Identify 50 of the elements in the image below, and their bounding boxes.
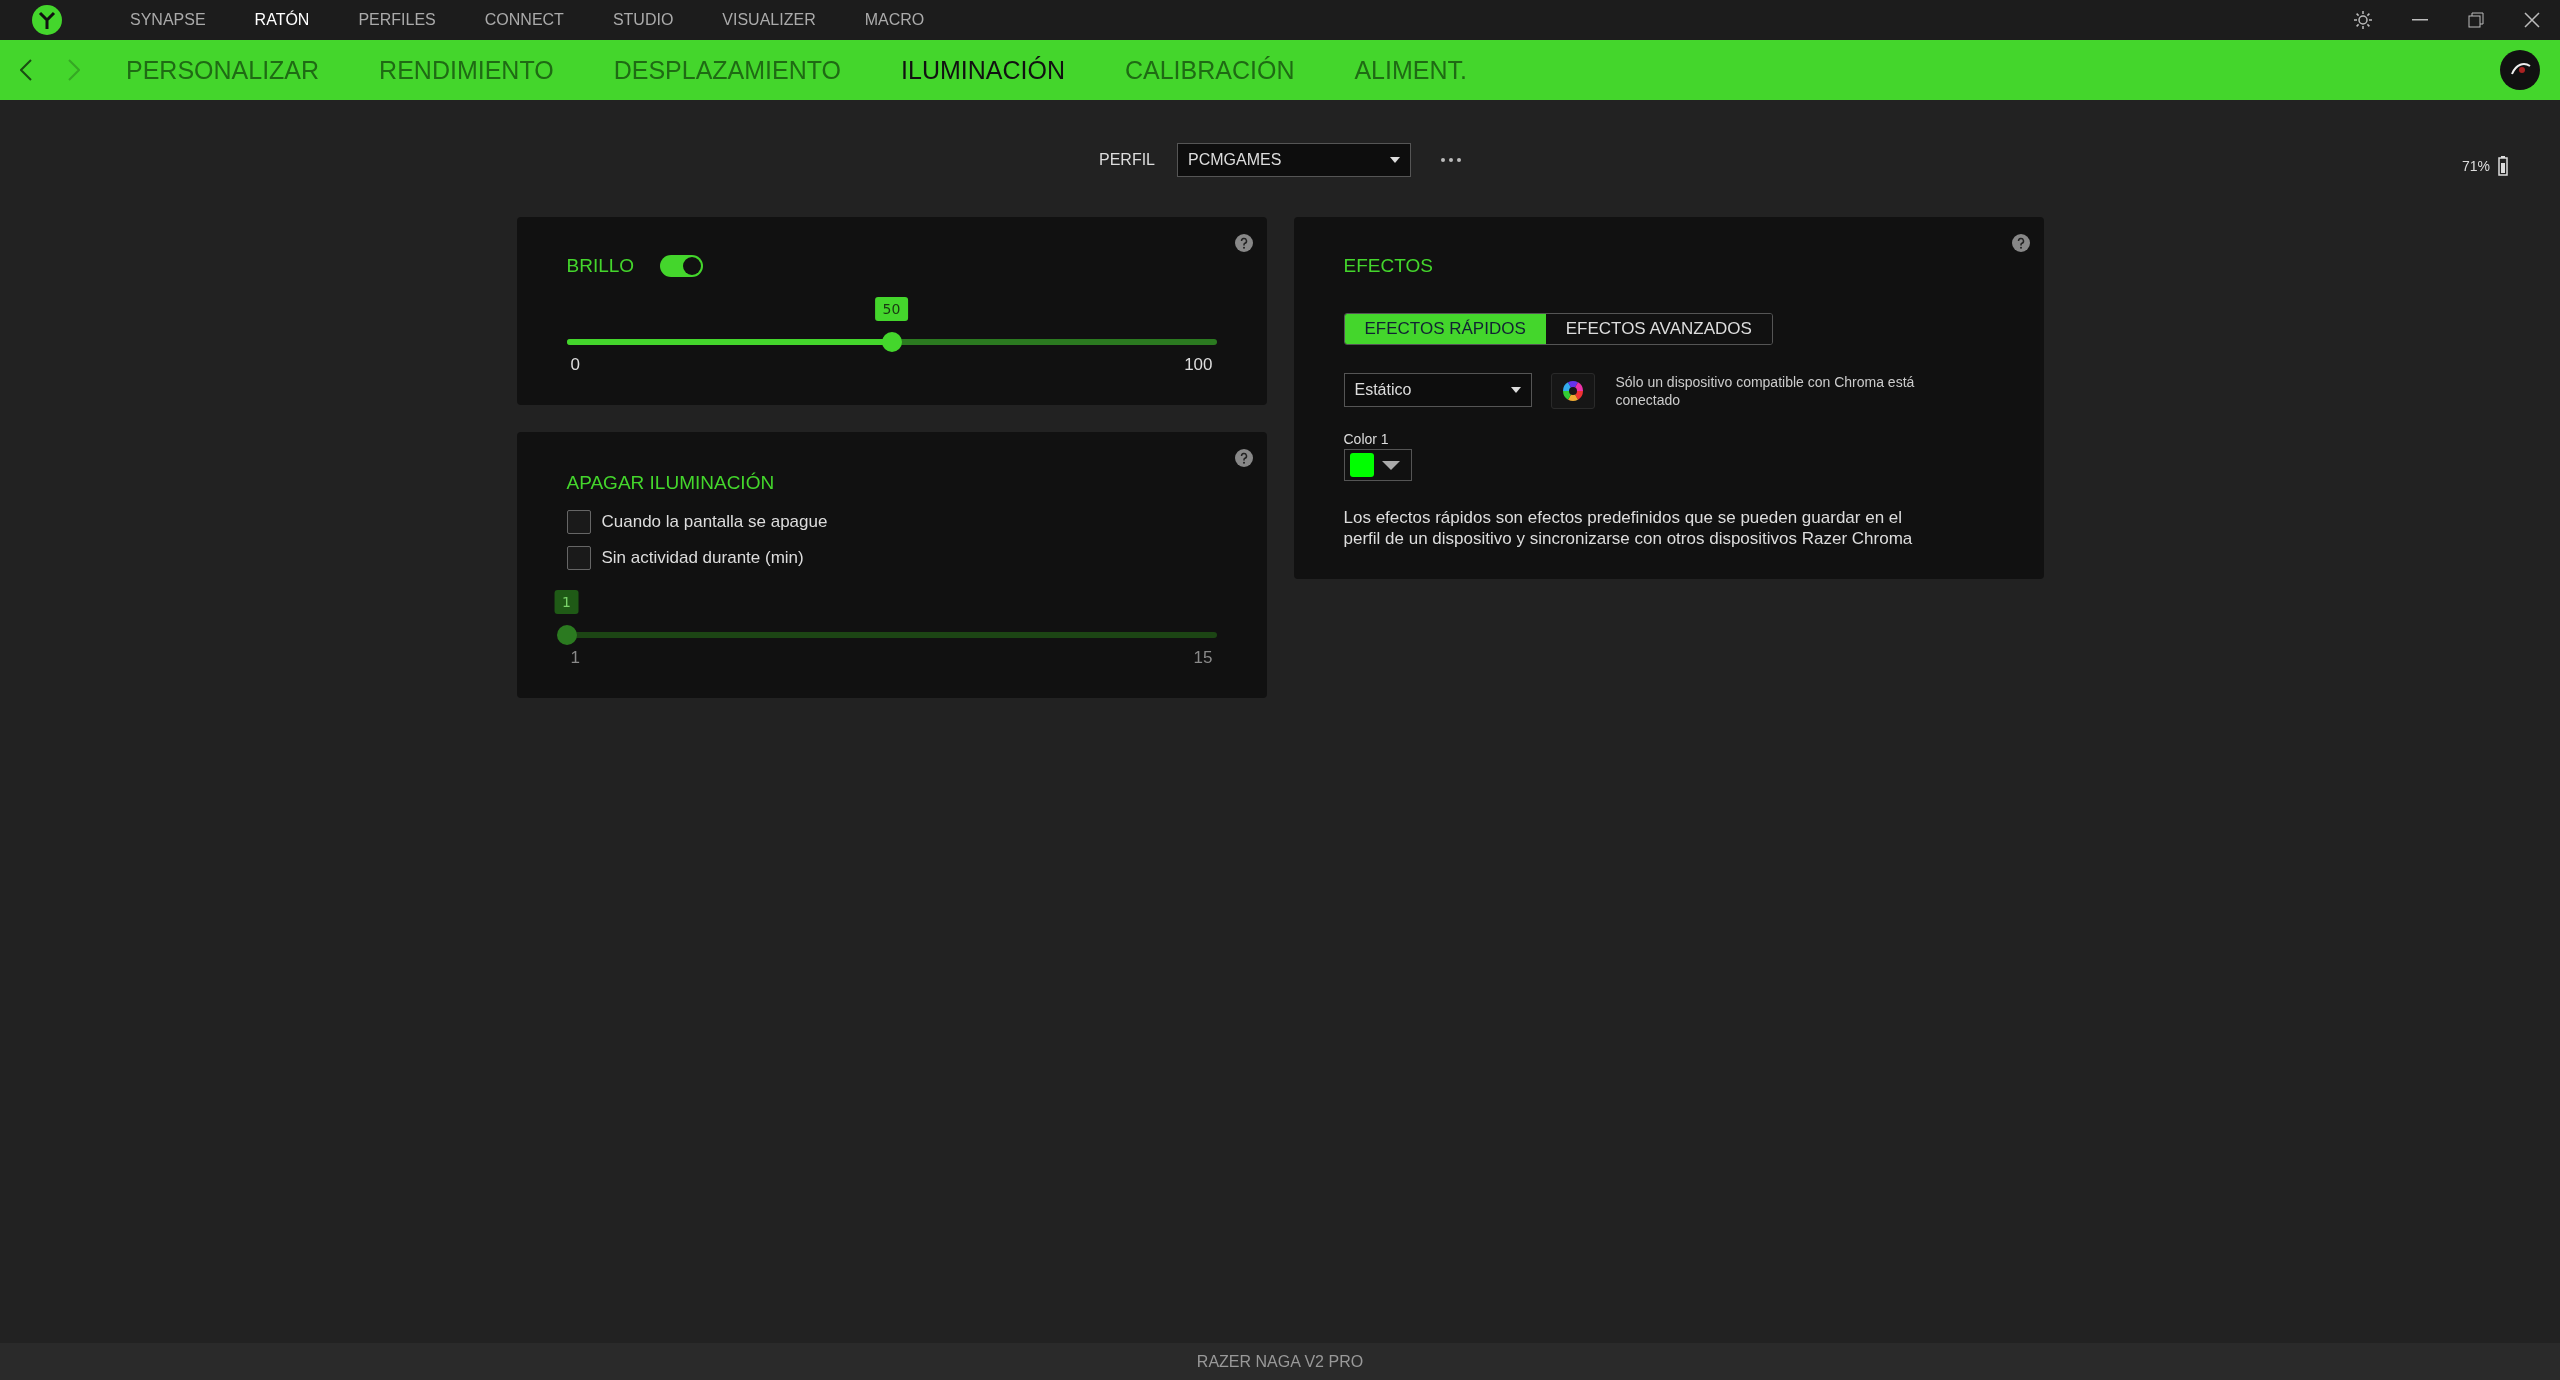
min-label: 0: [570, 355, 580, 375]
logo-icon[interactable]: [32, 5, 62, 35]
card-title: APAGAR ILUMINACIÓN: [566, 472, 775, 494]
profile-label: PERFIL: [1099, 151, 1155, 169]
brightness-toggle[interactable]: [660, 255, 704, 277]
effects-tab[interactable]: EFECTOS RÁPIDOS: [1344, 314, 1546, 344]
checkbox[interactable]: [566, 510, 591, 534]
card-title: BRILLO: [566, 255, 635, 277]
help-icon[interactable]: [1234, 234, 1253, 252]
help-icon[interactable]: [2011, 234, 2030, 252]
menu-tab[interactable]: SYNAPSE: [130, 11, 206, 29]
menu-tab[interactable]: CONNECT: [484, 11, 564, 29]
color-picker[interactable]: [1343, 449, 1412, 481]
close-icon[interactable]: [2524, 12, 2540, 28]
back-icon[interactable]: [20, 59, 32, 81]
profile-dropdown[interactable]: PCMGAMES: [1177, 143, 1411, 177]
effects-description: Los efectos rápidos son efectos predefinidos que se pueden guardar en el perfil de un dispositivo y sincronizarse con otros dispositivos Razer Chroma: [1343, 507, 1914, 549]
chroma-button[interactable]: [1550, 373, 1595, 409]
slider-value: 50: [874, 297, 909, 321]
more-icon[interactable]: [1441, 158, 1461, 162]
menu-tab[interactable]: MACRO: [864, 11, 925, 29]
max-label: 15: [1193, 648, 1213, 668]
battery-reading: 71%: [2461, 158, 2490, 174]
slider-handle[interactable]: [881, 332, 902, 352]
battery-icon: [2498, 156, 2508, 176]
section-tab[interactable]: ILUMINACIÓN: [901, 55, 1065, 85]
checkbox-label: Sin actividad durante (min): [601, 548, 804, 568]
color-label: Color 1: [1343, 431, 1390, 447]
caret-icon: [1390, 157, 1400, 163]
menu-tab[interactable]: PERFILES: [358, 11, 436, 29]
device-name: RAZER NAGA V2 PRO: [1196, 1352, 1364, 1371]
menu-tab[interactable]: RATÓN: [254, 11, 310, 29]
max-label: 100: [1184, 355, 1213, 375]
mouse-avatar-icon[interactable]: [2500, 50, 2540, 90]
card-title: EFECTOS: [1343, 255, 1433, 277]
effect-dropdown[interactable]: Estático: [1343, 373, 1532, 407]
min-label: 1: [570, 648, 580, 668]
checkbox[interactable]: [566, 546, 591, 570]
color-wheel-icon: [1561, 380, 1584, 402]
slider-value: 1: [554, 590, 579, 614]
menu-tab[interactable]: VISUALIZER: [722, 11, 816, 29]
settings-icon[interactable]: [2354, 11, 2372, 29]
caret-icon: [1381, 460, 1400, 470]
menu-tab[interactable]: STUDIO: [612, 11, 674, 29]
minimize-icon[interactable]: [2412, 19, 2428, 21]
caret-icon: [1510, 387, 1521, 393]
maximize-icon[interactable]: [2468, 12, 2484, 28]
checkbox-label: Cuando la pantalla se apague: [601, 512, 828, 532]
help-icon[interactable]: [1234, 449, 1253, 467]
chroma-note: Sólo un dispositivo compatible con Chroma está conectado: [1615, 373, 1916, 409]
